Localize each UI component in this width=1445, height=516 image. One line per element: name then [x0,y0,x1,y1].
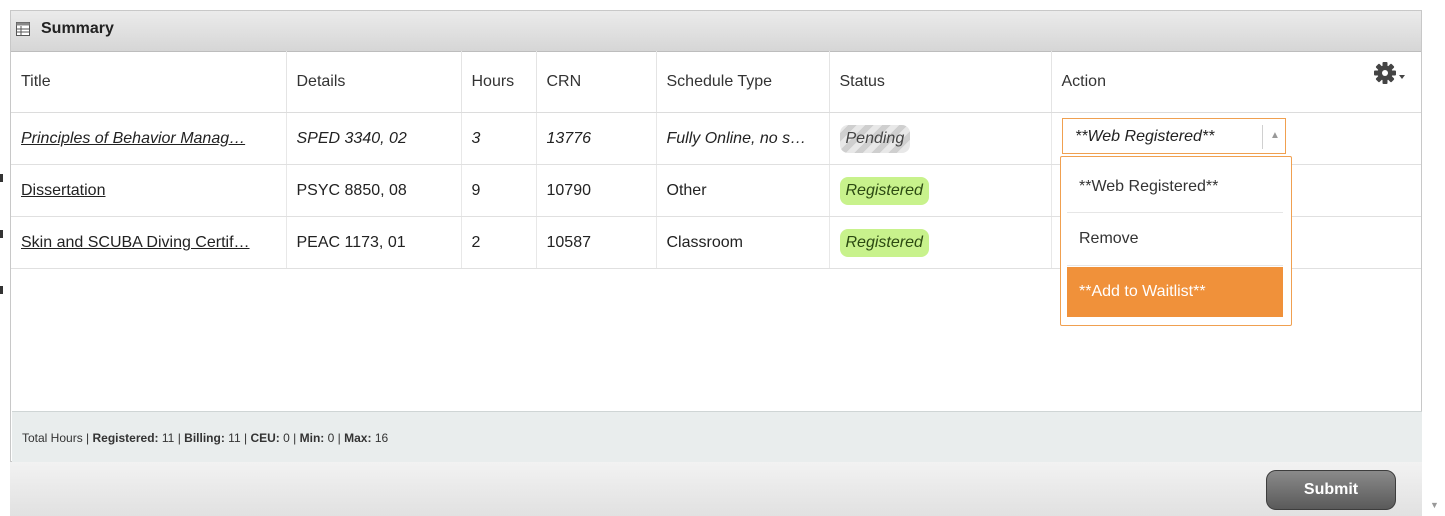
bottom-toolbar [10,462,1422,516]
submit-button[interactable]: Submit [1266,470,1396,510]
registered-value: 11 [161,431,175,445]
column-header-crn[interactable]: CRN [536,51,657,113]
total-hours-summary: Total Hours | Registered: 11 | Billing: … [22,431,388,445]
panel-header: Summary [11,11,1421,52]
title-cell: Skin and SCUBA Diving Certif… [11,216,287,269]
gear-icon[interactable] [1372,60,1406,86]
table-header-row: Title Details Hours CRN Schedule Type St… [11,51,1421,113]
option-web-registered[interactable]: **Web Registered** [1067,163,1283,211]
column-header-status[interactable]: Status [829,51,1052,113]
select-divider [1262,125,1263,149]
separator: | [293,431,297,445]
action-select-value: **Web Registered** [1075,128,1215,145]
separator: | [177,431,181,445]
totals-bar: Total Hours | Registered: 11 | Billing: … [12,411,1422,462]
registered-label: Registered: [92,431,159,445]
status-cell: Registered [829,216,1052,269]
billing-label: Billing: [184,431,225,445]
status-cell: Registered [829,164,1052,217]
max-label: Max: [344,431,372,445]
action-dropdown-menu: **Web Registered** Remove **Add to Waitl… [1060,156,1292,326]
min-value: 0 [327,431,335,445]
course-link[interactable]: Dissertation [21,182,105,199]
course-link[interactable]: Skin and SCUBA Diving Certif… [21,234,250,251]
totals-prefix: Total Hours | [22,431,90,445]
status-badge: Registered [839,176,929,205]
hours-cell: 9 [461,164,537,217]
action-select[interactable]: **Web Registered** ▲ [1062,118,1286,154]
edge-marker [0,174,3,182]
max-value: 16 [374,431,389,445]
panel-title: Summary [41,20,114,37]
details-cell: SPED 3340, 02 [286,112,462,165]
divider [1067,212,1283,213]
schedule-type-cell: Classroom [656,216,830,269]
title-cell: Dissertation [11,164,287,217]
scroll-down-icon[interactable]: ▼ [1430,500,1439,510]
chevron-up-icon[interactable]: ▲ [1270,130,1280,141]
edge-marker [0,286,3,294]
schedule-type-cell: Fully Online, no s… [656,112,830,165]
status-cell: Pending [829,112,1052,165]
details-cell: PSYC 8850, 08 [286,164,462,217]
details-cell: PEAC 1173, 01 [286,216,462,269]
crn-cell: 10587 [536,216,657,269]
status-badge: Registered [839,228,929,257]
separator: | [337,431,341,445]
schedule-type-cell: Other [656,164,830,217]
column-header-details[interactable]: Details [286,51,462,113]
column-header-title[interactable]: Title [11,51,287,113]
hours-cell: 2 [461,216,537,269]
edge-marker [0,230,3,238]
table-icon [16,22,30,36]
crn-cell: 10790 [536,164,657,217]
separator: | [243,431,248,445]
divider [1067,265,1283,266]
billing-value: 11 [228,431,241,445]
status-badge: Pending [839,124,911,153]
ceu-value: 0 [283,431,290,445]
column-header-schedule-type[interactable]: Schedule Type [656,51,830,113]
course-link[interactable]: Principles of Behavior Manag… [21,130,245,147]
min-label: Min: [299,431,325,445]
option-add-to-waitlist[interactable]: **Add to Waitlist** [1067,267,1283,317]
column-header-hours[interactable]: Hours [461,51,537,113]
title-cell: Principles of Behavior Manag… [11,112,287,165]
ceu-label: CEU: [250,431,280,445]
column-header-action[interactable]: Action [1051,51,1421,113]
option-remove[interactable]: Remove [1067,215,1283,263]
crn-cell: 13776 [536,112,657,165]
hours-cell: 3 [461,112,537,165]
